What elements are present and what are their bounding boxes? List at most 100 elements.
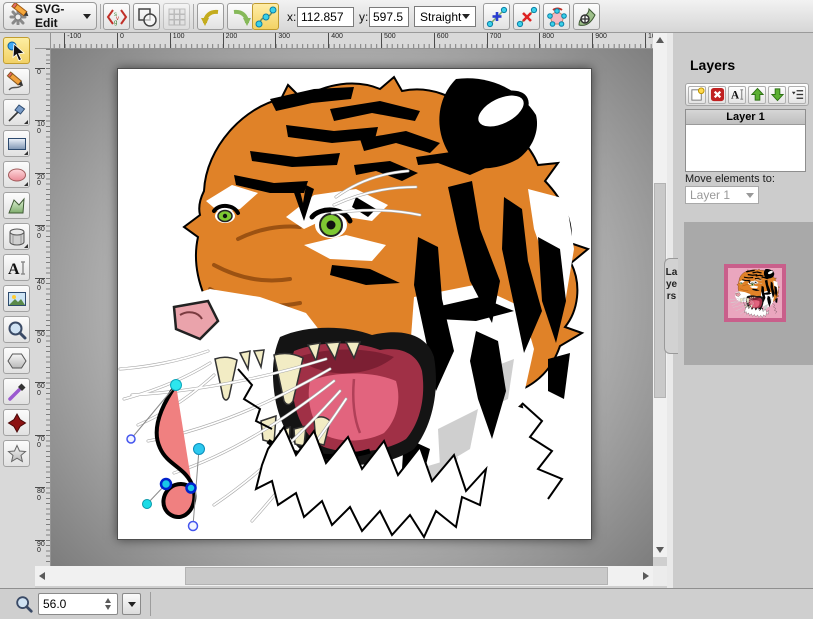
- segment-type-select[interactable]: Straight: [414, 6, 476, 27]
- rectangle-tool-icon: [6, 133, 28, 155]
- tools-panel: A: [0, 33, 35, 588]
- edit-node-tool-button[interactable]: [252, 3, 279, 30]
- star-tool-button[interactable]: [3, 440, 30, 467]
- delete-layer-button[interactable]: [708, 86, 726, 104]
- image-tool-button[interactable]: [3, 285, 30, 312]
- path-tool-button[interactable]: [3, 192, 30, 219]
- ruler-label: 200: [223, 33, 238, 49]
- left-arrow-icon: [39, 572, 45, 580]
- horizontal-scroll-thumb[interactable]: [185, 567, 608, 585]
- move-elements-value: Layer 1: [690, 188, 730, 202]
- select-tool-button[interactable]: [3, 37, 30, 64]
- select-tool-icon: [6, 40, 28, 62]
- new-layer-button[interactable]: [688, 86, 706, 104]
- pencil-tool-button[interactable]: [3, 68, 30, 95]
- svg-text:A: A: [8, 261, 20, 278]
- statusbar-separator: [150, 592, 151, 616]
- redo-button[interactable]: [227, 3, 254, 30]
- path-node-selected[interactable]: [187, 484, 196, 493]
- zoom-level-input[interactable]: [39, 594, 99, 614]
- zoom-tool-button[interactable]: [3, 316, 30, 343]
- ruler-label: 800: [35, 487, 45, 502]
- path-edit-overlay: [118, 69, 593, 541]
- scrollbar-corner: [653, 566, 667, 586]
- status-bar: [0, 588, 813, 619]
- zoom-magnifier-icon: [14, 594, 34, 619]
- layer-list-menu-button[interactable]: [788, 86, 806, 104]
- path-node[interactable]: [194, 444, 205, 455]
- text-tool-button[interactable]: A: [3, 254, 30, 281]
- ruler-label: 0: [117, 33, 124, 49]
- svg-edit-app: SVG-Edit s v g: [0, 0, 813, 619]
- ruler-label: 400: [35, 278, 45, 293]
- layer-row-selected[interactable]: Layer 1: [686, 110, 805, 125]
- select-arrow-icon: [462, 14, 470, 19]
- line-tool-button[interactable]: [3, 99, 30, 126]
- x-coordinate-label: x:: [287, 10, 296, 24]
- selected-layer-preview: [684, 222, 813, 365]
- move-layer-down-button[interactable]: [768, 86, 786, 104]
- ruler-label: 900: [35, 540, 45, 555]
- layers-panel: Layers Layers A: [667, 33, 813, 588]
- scroll-right-button[interactable]: [639, 566, 653, 586]
- scroll-left-button[interactable]: [35, 566, 49, 586]
- ellipse-tool-icon: [6, 164, 28, 186]
- add-node-button[interactable]: [483, 3, 510, 30]
- ellipse-tool-button[interactable]: [3, 161, 30, 188]
- open-close-path-button[interactable]: [543, 3, 570, 30]
- right-arrow-icon: [643, 572, 649, 580]
- ruler-label: 600: [35, 382, 45, 397]
- layer-buttons-toolbar: A: [685, 83, 809, 106]
- canvas-viewport: [51, 49, 653, 566]
- rectangle-tool-button[interactable]: [3, 130, 30, 157]
- edited-path[interactable]: [157, 385, 195, 517]
- control-point-handle[interactable]: [127, 435, 135, 443]
- shape-cylinder-tool-button[interactable]: [3, 223, 30, 250]
- add-node-icon: [486, 6, 508, 28]
- move-elements-label: Move elements to:: [685, 173, 775, 185]
- source-code-icon: s v g: [106, 6, 128, 28]
- layer-thumbnail[interactable]: [724, 264, 786, 322]
- y-coordinate-input[interactable]: [369, 7, 409, 27]
- grid-button[interactable]: [163, 3, 190, 30]
- wireframe-button[interactable]: [133, 3, 160, 30]
- move-layer-up-button[interactable]: [748, 86, 766, 104]
- ruler-label: 1000: [645, 33, 653, 49]
- ruler-label: 700: [487, 33, 502, 49]
- ruler-label: 600: [434, 33, 449, 49]
- layer-menu-icon: [790, 87, 805, 102]
- control-point-handle[interactable]: [143, 500, 152, 509]
- delete-node-button[interactable]: [513, 3, 540, 30]
- horizontal-ruler: -100 0 100 200 300 400 500 600 700 800 9…: [51, 33, 653, 49]
- eyedropper-icon: [6, 381, 28, 403]
- path-node[interactable]: [171, 380, 182, 391]
- main-menu-button[interactable]: SVG-Edit: [3, 2, 97, 30]
- rename-layer-button[interactable]: A: [728, 86, 746, 104]
- drawing-canvas[interactable]: [117, 68, 592, 540]
- path-node-selected[interactable]: [161, 479, 171, 489]
- undo-button[interactable]: [197, 3, 224, 30]
- path-tool-icon: [6, 195, 28, 217]
- control-point-handle[interactable]: [189, 522, 198, 531]
- layers-side-tab[interactable]: Layers: [664, 258, 678, 354]
- scroll-down-button[interactable]: [653, 543, 667, 557]
- source-code-button[interactable]: s v g: [103, 3, 130, 30]
- polygon-tool-button[interactable]: [3, 347, 30, 374]
- redo-icon: [230, 6, 252, 28]
- open-close-path-icon: [546, 6, 568, 28]
- layer-up-icon: [750, 87, 765, 102]
- move-elements-select[interactable]: Layer 1: [685, 186, 759, 204]
- eyedropper-tool-button[interactable]: [3, 378, 30, 405]
- x-coordinate-input[interactable]: [297, 7, 354, 27]
- horizontal-scrollbar[interactable]: [35, 566, 653, 586]
- star-tool-icon: [6, 443, 28, 465]
- shape-library-button[interactable]: [3, 409, 30, 436]
- rename-layer-icon: A: [730, 87, 745, 102]
- zoom-preset-dropdown-button[interactable]: [122, 593, 141, 615]
- line-tool-icon: [6, 102, 28, 124]
- ruler-label: 500: [381, 33, 396, 49]
- image-tool-icon: [6, 288, 28, 310]
- zoom-stepper[interactable]: [100, 595, 116, 613]
- convert-to-path-button[interactable]: [573, 3, 600, 30]
- scroll-up-button[interactable]: [653, 33, 667, 47]
